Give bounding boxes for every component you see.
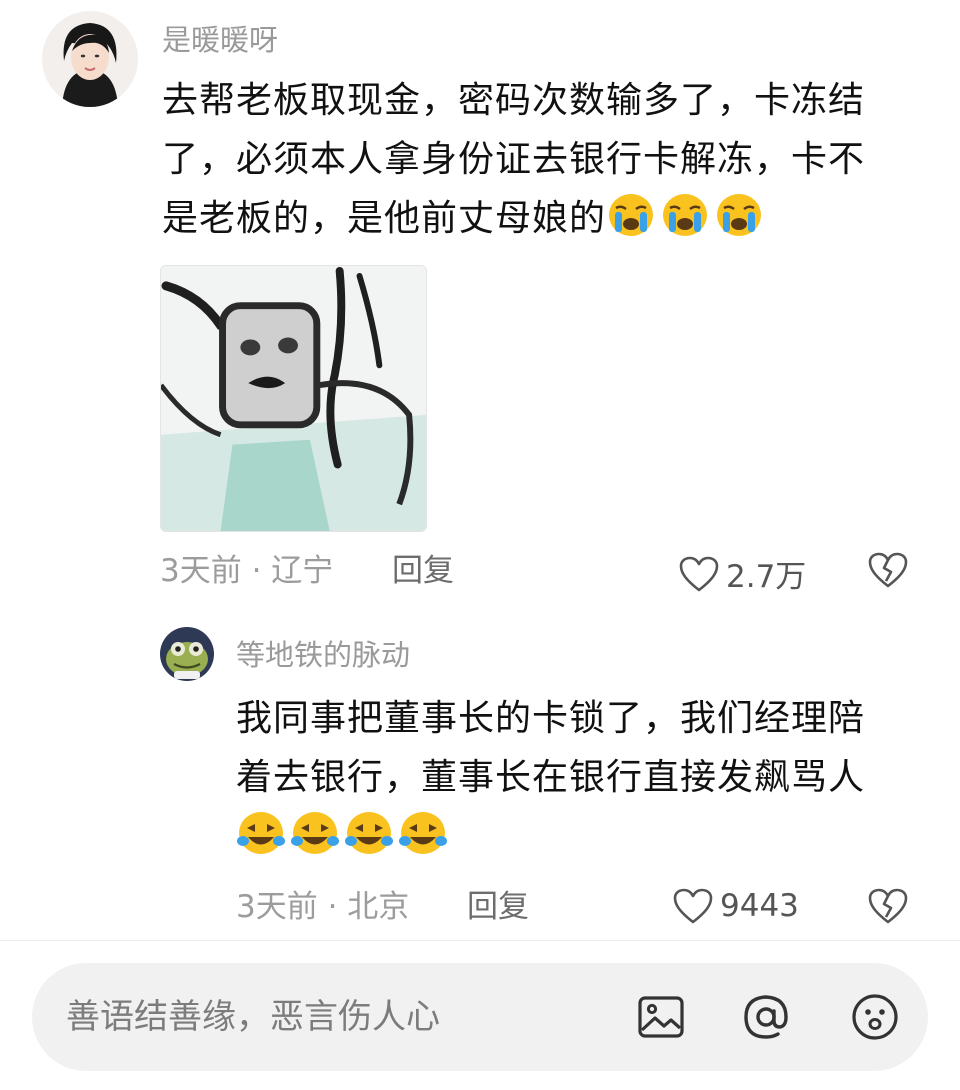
heart-icon: [672, 887, 714, 925]
heart-icon: [678, 555, 720, 593]
emoji-icon[interactable]: [849, 991, 901, 1043]
user-avatar[interactable]: [42, 11, 138, 107]
like-count: 2.7万: [726, 559, 807, 595]
crying-face-icon: [606, 192, 656, 238]
comment-text-segment: 是老板的，是他前丈母娘的: [162, 198, 607, 239]
user-avatar[interactable]: [160, 627, 214, 681]
tears-of-joy-face-icon: [290, 810, 340, 856]
comment-time-location: 3天前 · 北京: [236, 889, 410, 925]
like-count: 9443: [720, 888, 799, 924]
comment-text-line: 着去银行，董事长在银行直接发飙骂人: [236, 757, 866, 798]
tears-of-joy-face-icon: [236, 810, 286, 856]
dislike-button[interactable]: [867, 887, 909, 925]
crying-face-icon: [660, 192, 710, 238]
comment-input-bar[interactable]: 善语结善缘，恶言伤人心: [32, 963, 928, 1071]
like-button[interactable]: 9443: [672, 887, 799, 925]
comment-text: 去帮老板取现金，密码次数输多了，卡冻结 了，必须本人拿身份证去银行卡解冻，卡不 …: [162, 71, 865, 248]
divider: [0, 940, 960, 941]
comment-text-line: 了，必须本人拿身份证去银行卡解冻，卡不: [162, 139, 866, 180]
comment-text-line: 我同事把董事长的卡锁了，我们经理陪: [236, 698, 866, 739]
broken-heart-icon: [868, 552, 908, 588]
meme-image[interactable]: [160, 265, 427, 532]
tears-of-joy-face-icon: [398, 810, 448, 856]
image-icon[interactable]: [635, 991, 687, 1043]
crying-face-icon: [714, 192, 764, 238]
like-button[interactable]: 2.7万: [678, 551, 806, 596]
at-icon[interactable]: [740, 991, 792, 1043]
username[interactable]: 等地铁的脉动: [236, 637, 410, 673]
reply-button[interactable]: 回复: [392, 551, 454, 591]
reply-button[interactable]: 回复: [467, 887, 529, 927]
dislike-button[interactable]: [867, 551, 909, 589]
comment-input-placeholder[interactable]: 善语结善缘，恶言伤人心: [66, 994, 440, 1040]
comment-time-location: 3天前 · 辽宁: [160, 553, 334, 589]
tears-of-joy-face-icon: [344, 810, 394, 856]
comment-text-line: [236, 807, 865, 866]
username[interactable]: 是暖暖呀: [162, 22, 278, 58]
broken-heart-icon: [868, 888, 908, 924]
comment-text: 我同事把董事长的卡锁了，我们经理陪 着去银行，董事长在银行直接发飙骂人: [236, 689, 865, 866]
comment-text-line: 去帮老板取现金，密码次数输多了，卡冻结: [162, 80, 866, 121]
comment-text-line: 是老板的，是他前丈母娘的: [162, 189, 865, 248]
